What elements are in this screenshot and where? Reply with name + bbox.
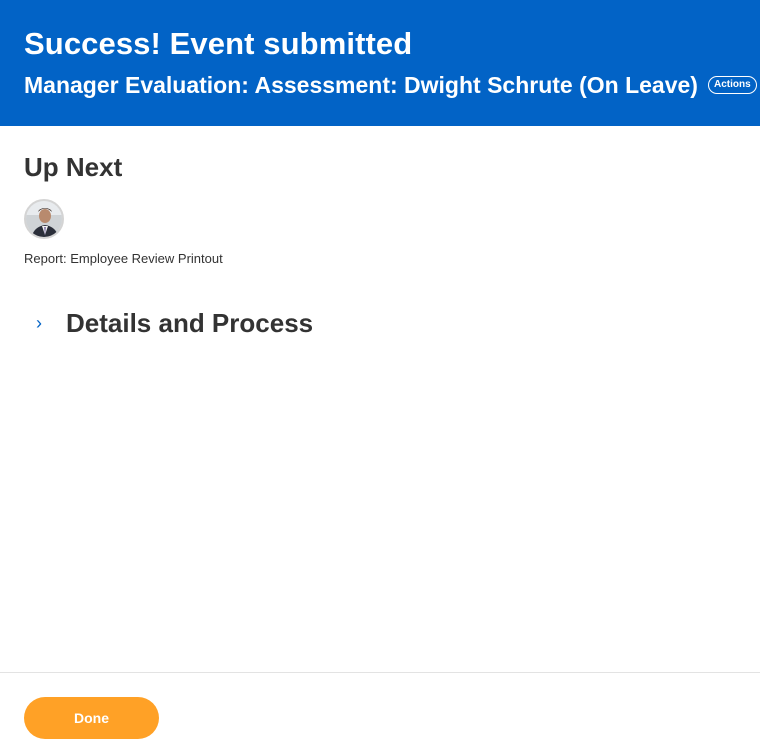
done-button[interactable]: Done — [24, 697, 159, 739]
details-and-process-toggle[interactable]: › Details and Process — [36, 308, 313, 338]
up-next-section: Up Next Report: Employee Review Printout — [24, 152, 223, 266]
actions-button[interactable]: Actions — [707, 76, 757, 94]
person-photo-icon — [26, 201, 62, 237]
report-link[interactable]: Report: Employee Review Printout — [24, 251, 223, 266]
page: Success! Event submitted Manager Evaluat… — [0, 0, 760, 750]
up-next-heading: Up Next — [24, 152, 123, 182]
footer-bar: Done — [0, 672, 760, 750]
banner-subtitle: Manager Evaluation: Assessment: Dwight S… — [24, 72, 698, 98]
banner-title: Success! Event submitted — [24, 26, 413, 61]
success-banner: Success! Event submitted Manager Evaluat… — [0, 0, 760, 126]
banner-subtitle-row: Manager Evaluation: Assessment: Dwight S… — [24, 71, 760, 99]
avatar[interactable] — [24, 199, 64, 239]
chevron-right-icon: › — [36, 313, 42, 333]
details-title: Details and Process — [66, 308, 314, 338]
